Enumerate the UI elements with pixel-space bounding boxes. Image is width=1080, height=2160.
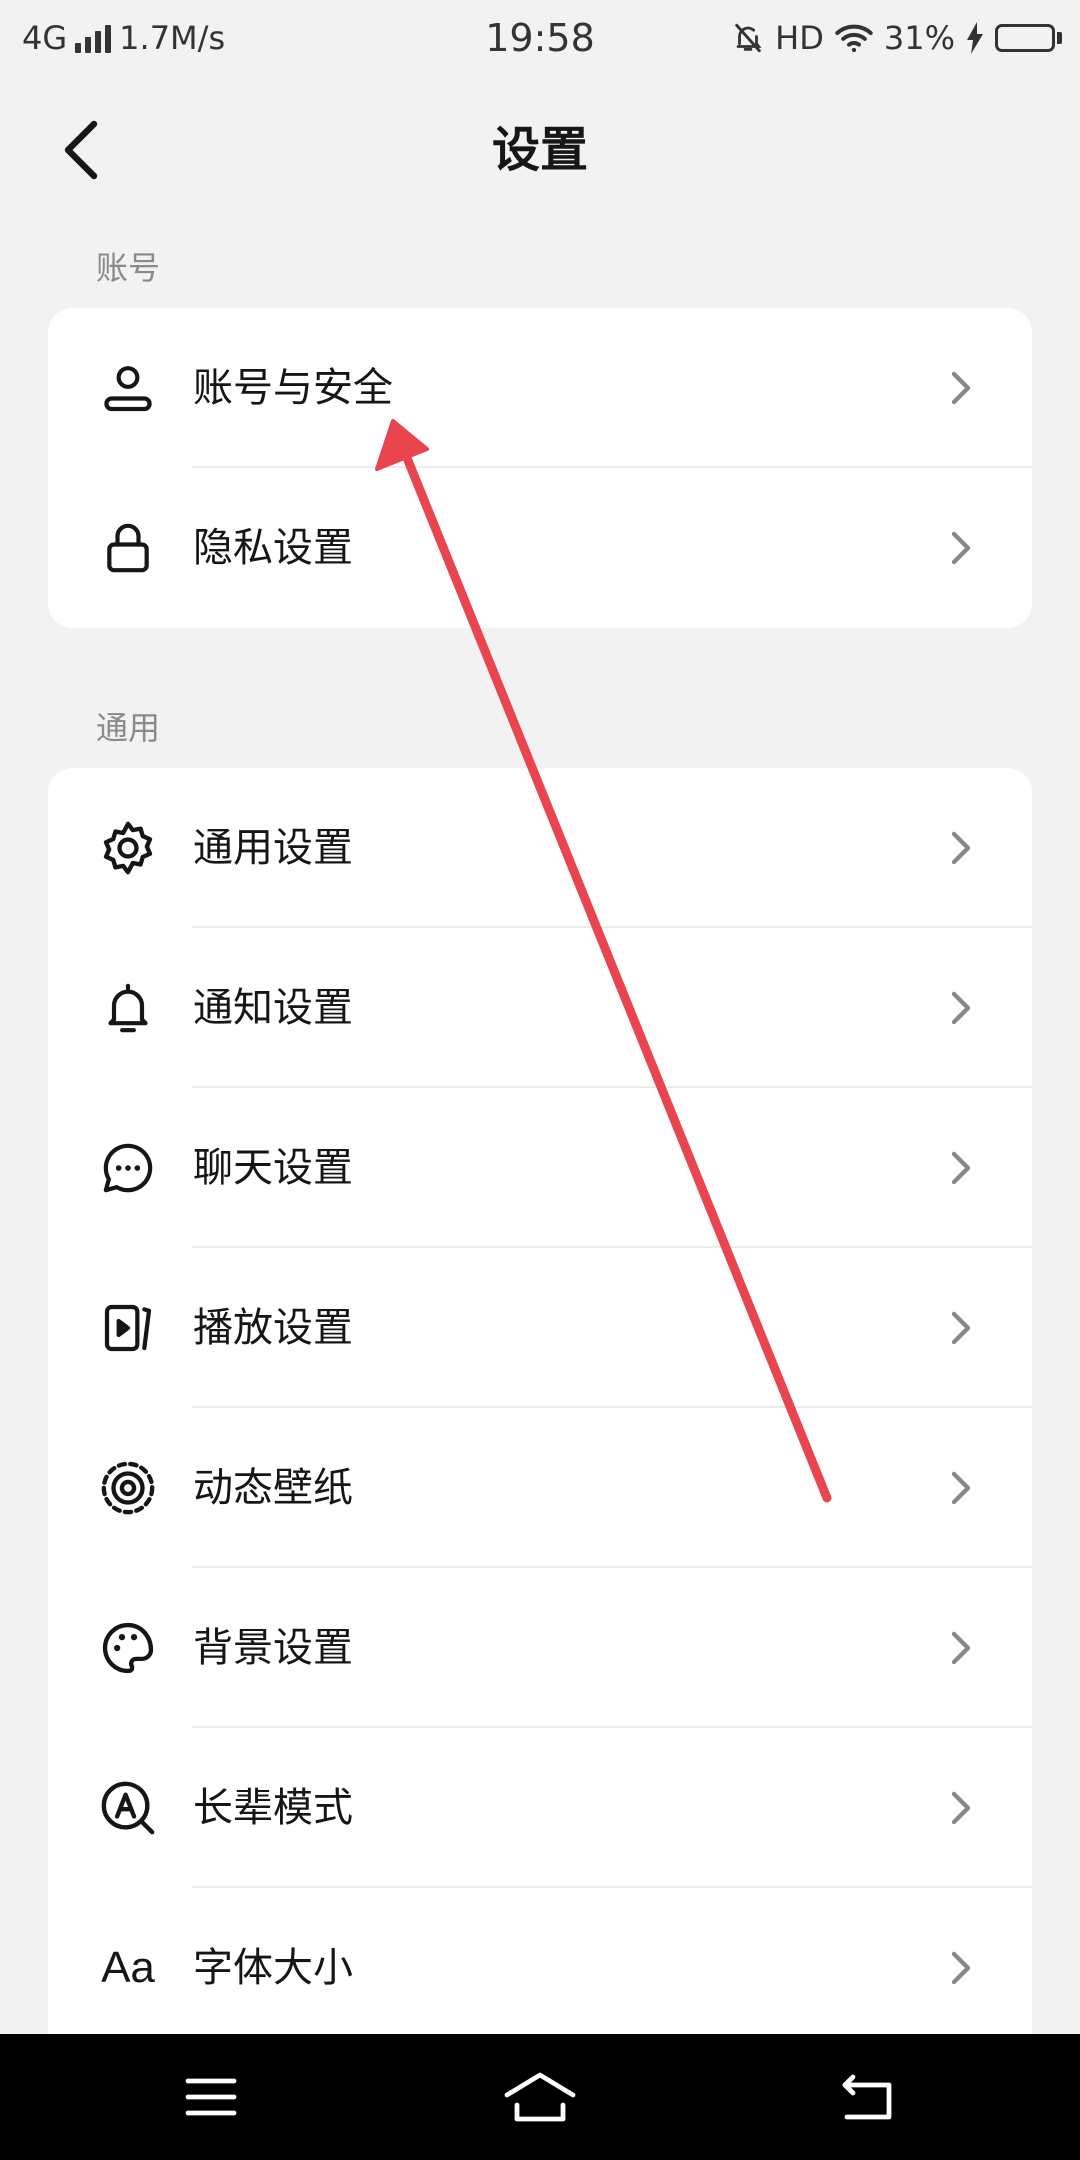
battery-percent: 31% [883, 19, 955, 57]
menu-icon [185, 2078, 237, 2116]
wifi-icon [835, 24, 873, 53]
general-card: 通用设置 通知设置 聊天设置 播放设置 动态壁纸 背景设置 长辈模式 Aa 字体… [48, 768, 1032, 2034]
notification-settings-item[interactable]: 通知设置 [48, 928, 1032, 1088]
user-icon [96, 356, 160, 420]
palette-icon [96, 1616, 160, 1680]
home-button[interactable] [490, 2054, 590, 2140]
back-nav-button[interactable] [818, 2054, 918, 2140]
chevron-right-icon [951, 531, 971, 565]
item-label: 聊天设置 [193, 1145, 353, 1191]
wallpaper-icon [96, 1456, 160, 1520]
chevron-right-icon [951, 1791, 971, 1825]
page-title: 设置 [491, 122, 588, 178]
chevron-right-icon [951, 1311, 971, 1345]
chevron-right-icon [951, 371, 971, 405]
play-icon [96, 1296, 160, 1360]
font-size-icon: Aa [101, 1943, 155, 1992]
chat-bubble-icon [96, 1136, 160, 1200]
chat-settings-item[interactable]: 聊天设置 [48, 1088, 1032, 1248]
elder-mode-item[interactable]: 长辈模式 [48, 1728, 1032, 1888]
account-security-item[interactable]: 账号与安全 [48, 308, 1032, 468]
menu-button[interactable] [161, 2054, 261, 2140]
elder-mode-icon [96, 1776, 160, 1840]
item-label: 播放设置 [193, 1305, 353, 1351]
item-label: 背景设置 [193, 1625, 353, 1671]
privacy-settings-item[interactable]: 隐私设置 [48, 468, 1032, 628]
chevron-right-icon [951, 1951, 971, 1985]
live-wallpaper-item[interactable]: 动态壁纸 [48, 1408, 1032, 1568]
section-label-general: 通用 [96, 709, 161, 747]
navigation-bar [0, 2034, 1080, 2160]
header: 设置 [0, 80, 1080, 220]
playback-settings-item[interactable]: 播放设置 [48, 1248, 1032, 1408]
charging-icon [967, 22, 983, 54]
section-label-account: 账号 [96, 249, 161, 287]
item-label: 动态壁纸 [193, 1465, 353, 1511]
mute-bell-icon [735, 23, 762, 53]
general-settings-item[interactable]: 通用设置 [48, 768, 1032, 928]
chevron-right-icon [951, 1151, 971, 1185]
chevron-right-icon [951, 1471, 971, 1505]
home-icon [504, 2072, 576, 2122]
chevron-right-icon [951, 991, 971, 1025]
gear-icon [96, 816, 160, 880]
chevron-right-icon [951, 831, 971, 865]
item-label: 隐私设置 [193, 525, 353, 571]
account-card: 账号与安全 隐私设置 [48, 308, 1032, 628]
chevron-right-icon [951, 1631, 971, 1665]
lock-icon [96, 516, 160, 580]
status-bar: 4G 1.7M/s 19:58 HD 31% [0, 0, 1080, 76]
return-icon [842, 2074, 892, 2120]
item-label: 长辈模式 [193, 1785, 353, 1831]
item-label: 字体大小 [193, 1945, 353, 1991]
item-label: 通知设置 [193, 985, 353, 1031]
background-settings-item[interactable]: 背景设置 [48, 1568, 1032, 1728]
item-label: 账号与安全 [193, 365, 393, 411]
settings-screen: 4G 1.7M/s 19:58 HD 31% 设置 账号 账号与安全 隐私设置 … [0, 0, 1080, 2160]
hd-indicator: HD [775, 19, 824, 57]
font-size-item[interactable]: Aa 字体大小 [48, 1888, 1032, 2034]
bell-icon [96, 976, 160, 1040]
status-right: HD 31% [731, 14, 1062, 62]
battery-icon [995, 24, 1062, 52]
item-label: 通用设置 [193, 825, 353, 871]
